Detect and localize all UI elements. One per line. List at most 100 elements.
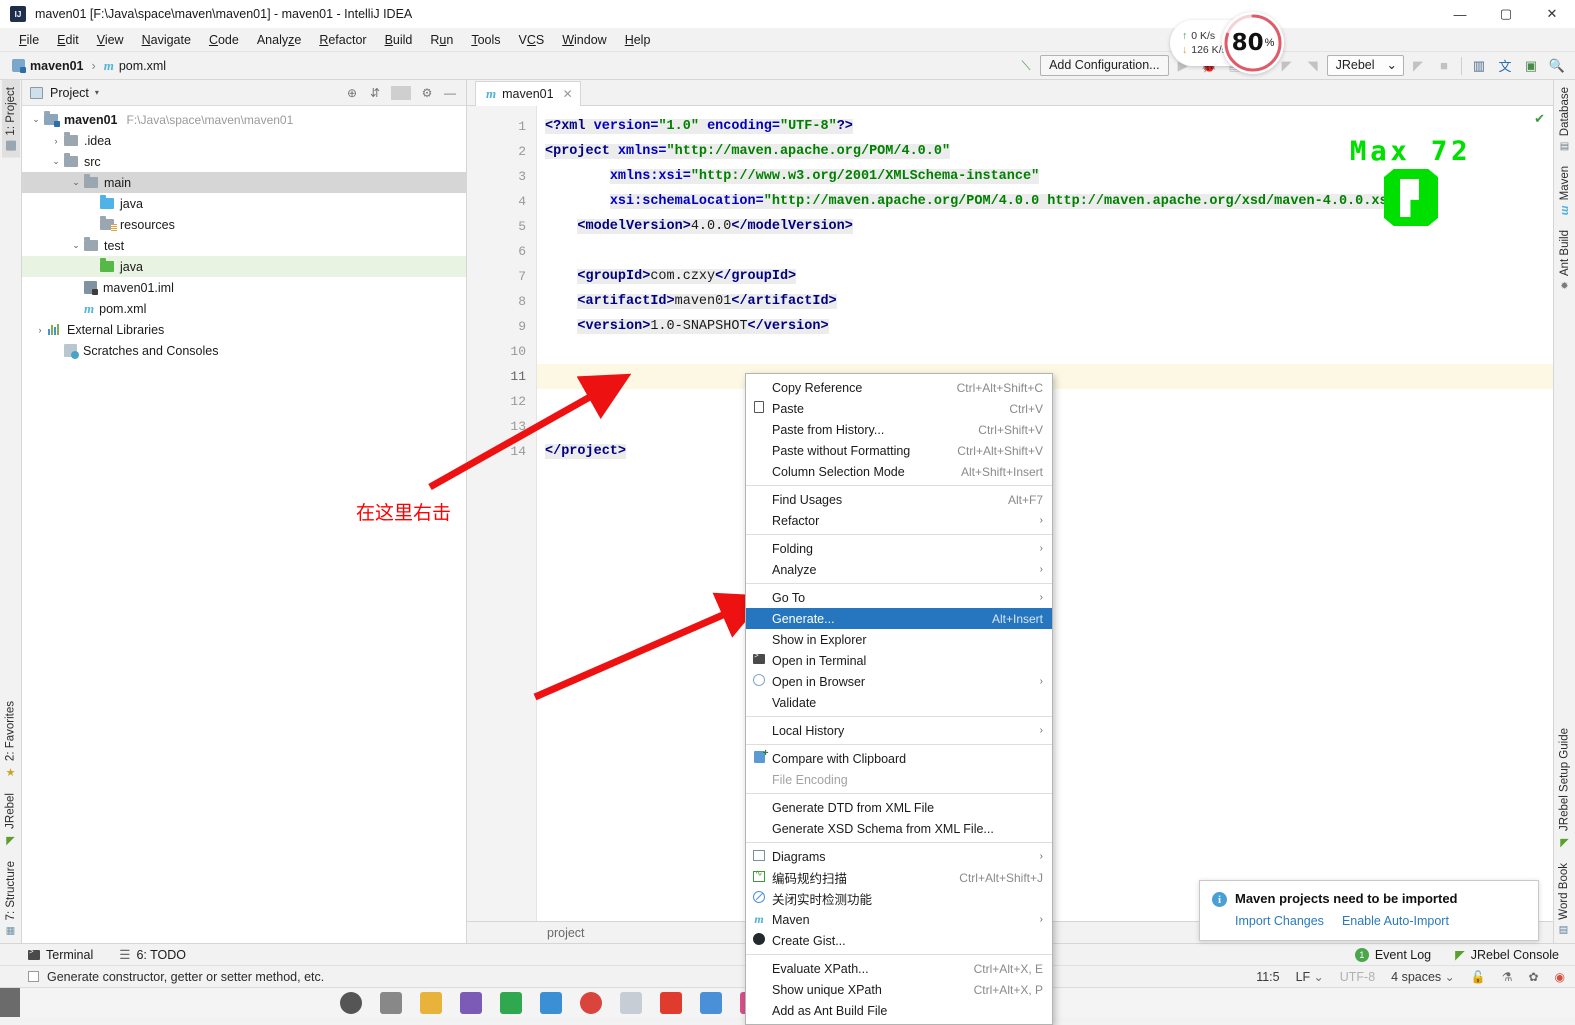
menu-item-generate-xsd[interactable]: Generate XSD Schema from XML File... [746,818,1052,839]
collapse-all-icon[interactable]: ⇵ [365,86,385,100]
menu-item-code-convention-scan[interactable]: 编码规约扫描 Ctrl+Alt+Shift+J [746,867,1052,888]
menu-item-paste[interactable]: Paste Ctrl+V [746,398,1052,419]
menu-tools[interactable]: Tools [462,31,509,49]
menu-item-local-history[interactable]: Local History › [746,720,1052,741]
indent-setting[interactable]: 4 spaces ⌄ [1391,970,1455,984]
menu-item-generate[interactable]: Generate... Alt+Insert [746,608,1052,629]
sidebar-tab-word-book[interactable]: ▤ Word Book [1555,856,1573,943]
menu-item-folding[interactable]: Folding › [746,538,1052,559]
menu-analyze[interactable]: Analyze [248,31,310,49]
menu-item-evaluate-xpath[interactable]: Evaluate XPath... Ctrl+Alt+X, E [746,958,1052,979]
tree-row-idea[interactable]: › .idea [22,130,466,151]
menu-file[interactable]: FFileile [10,31,48,49]
menu-navigate[interactable]: Navigate [133,31,200,49]
taskbar-explorer-icon[interactable] [420,991,442,1014]
bottom-tab-terminal[interactable]: Terminal [28,947,93,962]
taskbar-taskview-icon[interactable] [380,991,402,1014]
tree-row-resources[interactable]: resources [22,214,466,235]
taskbar-app-icon[interactable] [540,991,562,1014]
cpu-usage-gauge[interactable]: 80% [1222,12,1284,74]
taskbar-app-icon[interactable] [460,991,482,1014]
file-encoding[interactable]: UTF-8 [1340,970,1375,984]
sidebar-tab-jrebel-setup-guide[interactable]: ◤ JRebel Setup Guide [1555,721,1574,856]
taskbar-app-icon[interactable] [620,991,642,1014]
jrebel-console-button[interactable]: ◤ JRebel Console [1455,947,1559,963]
sidebar-tab-project[interactable]: 1: Project [1,80,20,158]
tree-row-test[interactable]: ⌄ test [22,235,466,256]
menu-item-column-selection-mode[interactable]: Column Selection Mode Alt+Shift+Insert [746,461,1052,482]
editor-gutter[interactable]: 1 2 3 4 5 6 7 8 9 10 11 12 13 14 [467,106,537,921]
menu-build[interactable]: Build [376,31,422,49]
menu-item-show-unique-xpath[interactable]: Show unique XPath Ctrl+Alt+X, P [746,979,1052,1000]
taskbar-app-icon[interactable] [660,991,682,1014]
sidebar-tab-structure[interactable]: ▦ 7: Structure [2,854,20,943]
chevron-down-icon[interactable]: ⌄ [28,114,44,125]
menu-item-maven[interactable]: m Maven › [746,909,1052,930]
build-hammer-icon[interactable]: ⟍ [1014,55,1038,77]
tree-row-scratches[interactable]: Scratches and Consoles [22,340,466,361]
menu-item-find-usages[interactable]: Find Usages Alt+F7 [746,489,1052,510]
taskbar-app-icon[interactable] [500,991,522,1014]
search-icon[interactable]: 🔍 [1545,55,1569,77]
menu-item-show-in-explorer[interactable]: Show in Explorer [746,629,1052,650]
breadcrumb-file[interactable]: pom.xml [119,59,166,73]
menu-code[interactable]: Code [200,31,248,49]
translate-icon[interactable]: 文 [1493,55,1517,77]
stop-icon[interactable]: ■ [1432,55,1456,77]
tree-row-maven01[interactable]: ⌄ maven01 F:\Java\space\maven\maven01 [22,109,466,130]
chevron-right-icon[interactable]: › [48,136,64,146]
menu-item-generate-dtd[interactable]: Generate DTD from XML File [746,797,1052,818]
maximize-button[interactable]: ▢ [1483,0,1529,28]
menu-help[interactable]: Help [616,31,660,49]
analyze-icon[interactable]: ✿ [1528,970,1538,984]
inspection-status-icon[interactable]: ✔ [1534,112,1545,127]
menu-item-open-in-terminal[interactable]: Open in Terminal [746,650,1052,671]
chevron-down-icon[interactable]: ⌄ [48,156,64,167]
gear-icon[interactable]: ⚙ [417,86,437,100]
menu-refactor[interactable]: Refactor [310,31,375,49]
enable-auto-import-link[interactable]: Enable Auto-Import [1342,914,1449,928]
taskbar-app-icon[interactable] [580,991,602,1014]
minimize-button[interactable]: — [1437,0,1483,28]
chevron-down-icon[interactable]: ⌄ [68,240,84,251]
menu-item-open-in-browser[interactable]: Open in Browser › [746,671,1052,692]
jrebel-toggle-icon[interactable]: ◤ [1406,55,1430,77]
taskbar-app-icon[interactable] [700,991,722,1014]
caret-position[interactable]: 11:5 [1256,970,1279,984]
sidebar-tab-database[interactable]: ▤ Database [1556,80,1574,159]
inspection-icon[interactable]: ⚗ [1502,970,1513,984]
menu-item-disable-realtime-inspection[interactable]: 关闭实时检测功能 [746,888,1052,909]
menu-item-refactor[interactable]: Refactor › [746,510,1052,531]
chevron-right-icon[interactable]: › [32,325,48,335]
editor-tab-maven01[interactable]: m maven01 ✕ [475,81,581,106]
menu-item-analyze[interactable]: Analyze › [746,559,1052,580]
sidebar-tab-jrebel[interactable]: ◤ JRebel [1,786,20,854]
menu-item-add-as-ant-build-file[interactable]: Add as Ant Build File [746,1000,1052,1021]
jrebel-debug-icon[interactable]: ◥ [1301,55,1325,77]
sidebar-tab-maven[interactable]: m Maven [1556,159,1574,222]
tree-row-main-java[interactable]: java [22,193,466,214]
tree-row-external-libraries[interactable]: › External Libraries [22,319,466,340]
menu-view[interactable]: View [88,31,133,49]
sidebar-tab-ant-build[interactable]: ✹ Ant Build [1556,223,1574,299]
tree-row-iml[interactable]: maven01.iml [22,277,466,298]
close-button[interactable]: ✕ [1529,0,1575,28]
bottom-tab-todo[interactable]: ☰ 6: TODO [119,947,186,963]
lock-icon[interactable]: 🔓 [1471,970,1486,984]
editor-breadcrumb-label[interactable]: project [547,926,585,940]
sidebar-tab-favorites[interactable]: ★ 2: Favorites [1,694,20,786]
hide-icon[interactable]: — [440,86,460,100]
chevron-down-icon[interactable]: ▾ [95,88,99,97]
line-separator[interactable]: LF ⌄ [1296,970,1324,984]
event-log-button[interactable]: 1 Event Log [1354,947,1431,962]
tree-row-pom[interactable]: m pom.xml [22,298,466,319]
menu-item-diagrams[interactable]: Diagrams › [746,846,1052,867]
editor-context-menu[interactable]: Copy Reference Ctrl+Alt+Shift+C Paste Ctrl… [745,373,1053,1025]
menu-edit[interactable]: Edit [48,31,88,49]
close-icon[interactable]: ✕ [563,87,573,101]
tree-row-src[interactable]: ⌄ src [22,151,466,172]
menu-item-validate[interactable]: Validate [746,692,1052,713]
menu-item-create-gist[interactable]: Create Gist... [746,930,1052,951]
menu-item-paste-without-formatting[interactable]: Paste without Formatting Ctrl+Alt+Shift+V [746,440,1052,461]
import-changes-link[interactable]: Import Changes [1235,914,1324,928]
